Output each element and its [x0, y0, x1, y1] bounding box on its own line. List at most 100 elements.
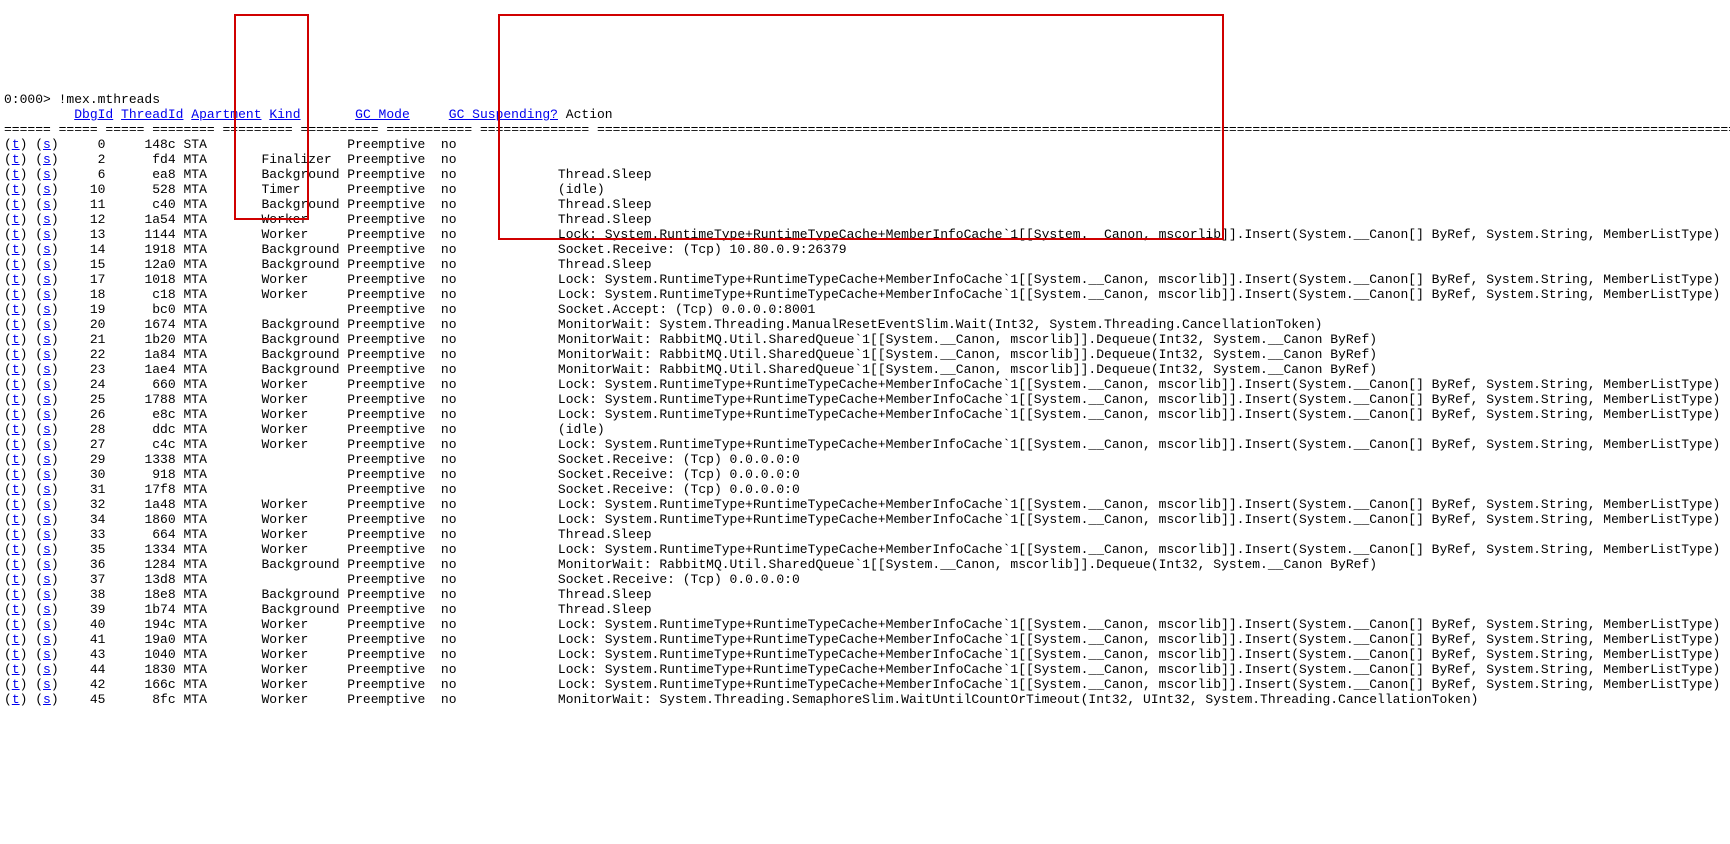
thread-link-s[interactable]: s [43, 392, 51, 407]
thread-link-s[interactable]: s [43, 287, 51, 302]
thread-link-t[interactable]: t [12, 197, 20, 212]
table-row: (t) (s) 23 1ae4 MTA Background Preemptiv… [4, 362, 1730, 377]
thread-link-s[interactable]: s [43, 377, 51, 392]
thread-link-s[interactable]: s [43, 692, 51, 707]
thread-link-s[interactable]: s [43, 512, 51, 527]
table-row: (t) (s) 13 1144 MTA Worker Preemptive no… [4, 227, 1730, 242]
table-row: (t) (s) 25 1788 MTA Worker Preemptive no… [4, 392, 1730, 407]
thread-link-s[interactable]: s [43, 587, 51, 602]
thread-link-t[interactable]: t [12, 227, 20, 242]
thread-link-s[interactable]: s [43, 317, 51, 332]
thread-link-s[interactable]: s [43, 527, 51, 542]
thread-link-t[interactable]: t [12, 287, 20, 302]
table-row: (t) (s) 44 1830 MTA Worker Preemptive no… [4, 662, 1730, 677]
col-dbgid[interactable]: DbgId [74, 107, 113, 122]
thread-link-t[interactable]: t [12, 182, 20, 197]
prompt: 0:000> [4, 92, 59, 107]
thread-link-t[interactable]: t [12, 692, 20, 707]
thread-link-s[interactable]: s [43, 257, 51, 272]
thread-link-s[interactable]: s [43, 422, 51, 437]
thread-link-s[interactable]: s [43, 467, 51, 482]
thread-link-s[interactable]: s [43, 167, 51, 182]
rows-container: (t) (s) 0 148c STA Preemptive no (t) (s)… [4, 137, 1730, 707]
thread-link-t[interactable]: t [12, 152, 20, 167]
table-row: (t) (s) 12 1a54 MTA Worker Preemptive no… [4, 212, 1730, 227]
thread-link-t[interactable]: t [12, 467, 20, 482]
thread-link-s[interactable]: s [43, 332, 51, 347]
thread-link-t[interactable]: t [12, 407, 20, 422]
thread-link-t[interactable]: t [12, 572, 20, 587]
thread-link-t[interactable]: t [12, 167, 20, 182]
thread-link-s[interactable]: s [43, 632, 51, 647]
thread-link-t[interactable]: t [12, 272, 20, 287]
thread-link-t[interactable]: t [12, 137, 20, 152]
table-row: (t) (s) 18 c18 MTA Worker Preemptive no … [4, 287, 1730, 302]
thread-link-s[interactable]: s [43, 497, 51, 512]
col-kind[interactable]: Kind [269, 107, 300, 122]
thread-link-t[interactable]: t [12, 602, 20, 617]
thread-link-s[interactable]: s [43, 557, 51, 572]
thread-link-t[interactable]: t [12, 527, 20, 542]
thread-link-t[interactable]: t [12, 242, 20, 257]
col-gc-suspending[interactable]: GC_Suspending? [449, 107, 558, 122]
col-apartment[interactable]: Apartment [191, 107, 261, 122]
thread-link-t[interactable]: t [12, 497, 20, 512]
thread-link-t[interactable]: t [12, 347, 20, 362]
thread-link-s[interactable]: s [43, 452, 51, 467]
thread-link-t[interactable]: t [12, 422, 20, 437]
thread-link-s[interactable]: s [43, 227, 51, 242]
thread-link-s[interactable]: s [43, 647, 51, 662]
col-threadid[interactable]: ThreadId [121, 107, 183, 122]
thread-link-t[interactable]: t [12, 257, 20, 272]
thread-link-s[interactable]: s [43, 347, 51, 362]
thread-link-s[interactable]: s [43, 137, 51, 152]
thread-link-t[interactable]: t [12, 362, 20, 377]
thread-link-t[interactable]: t [12, 317, 20, 332]
table-row: (t) (s) 42 166c MTA Worker Preemptive no… [4, 677, 1730, 692]
thread-link-s[interactable]: s [43, 617, 51, 632]
thread-link-s[interactable]: s [43, 182, 51, 197]
thread-link-t[interactable]: t [12, 452, 20, 467]
thread-link-t[interactable]: t [12, 617, 20, 632]
separator-row: ====== ===== ===== ======== ========= ==… [4, 122, 1730, 137]
table-row: (t) (s) 11 c40 MTA Background Preemptive… [4, 197, 1730, 212]
table-row: (t) (s) 19 bc0 MTA Preemptive no Socket.… [4, 302, 1730, 317]
table-row: (t) (s) 30 918 MTA Preemptive no Socket.… [4, 467, 1730, 482]
thread-link-s[interactable]: s [43, 362, 51, 377]
thread-link-t[interactable]: t [12, 437, 20, 452]
thread-link-t[interactable]: t [12, 392, 20, 407]
thread-link-t[interactable]: t [12, 587, 20, 602]
thread-link-s[interactable]: s [43, 197, 51, 212]
thread-link-s[interactable]: s [43, 212, 51, 227]
thread-link-s[interactable]: s [43, 407, 51, 422]
thread-link-t[interactable]: t [12, 542, 20, 557]
thread-link-t[interactable]: t [12, 647, 20, 662]
thread-link-s[interactable]: s [43, 677, 51, 692]
thread-link-t[interactable]: t [12, 632, 20, 647]
debugger-output: 0:000> !mex.mthreads DbgId ThreadId Apar… [0, 75, 1730, 724]
thread-link-t[interactable]: t [12, 557, 20, 572]
table-row: (t) (s) 33 664 MTA Worker Preemptive no … [4, 527, 1730, 542]
thread-link-t[interactable]: t [12, 332, 20, 347]
thread-link-t[interactable]: t [12, 212, 20, 227]
thread-link-s[interactable]: s [43, 437, 51, 452]
thread-link-s[interactable]: s [43, 572, 51, 587]
table-row: (t) (s) 32 1a48 MTA Worker Preemptive no… [4, 497, 1730, 512]
thread-link-t[interactable]: t [12, 512, 20, 527]
col-gc-mode[interactable]: GC_Mode [355, 107, 410, 122]
thread-link-s[interactable]: s [43, 242, 51, 257]
thread-link-t[interactable]: t [12, 302, 20, 317]
thread-link-t[interactable]: t [12, 677, 20, 692]
table-row: (t) (s) 26 e8c MTA Worker Preemptive no … [4, 407, 1730, 422]
thread-link-s[interactable]: s [43, 152, 51, 167]
table-row: (t) (s) 6 ea8 MTA Background Preemptive … [4, 167, 1730, 182]
thread-link-t[interactable]: t [12, 482, 20, 497]
thread-link-s[interactable]: s [43, 482, 51, 497]
thread-link-s[interactable]: s [43, 662, 51, 677]
thread-link-s[interactable]: s [43, 542, 51, 557]
thread-link-s[interactable]: s [43, 602, 51, 617]
thread-link-s[interactable]: s [43, 302, 51, 317]
thread-link-s[interactable]: s [43, 272, 51, 287]
thread-link-t[interactable]: t [12, 662, 20, 677]
thread-link-t[interactable]: t [12, 377, 20, 392]
